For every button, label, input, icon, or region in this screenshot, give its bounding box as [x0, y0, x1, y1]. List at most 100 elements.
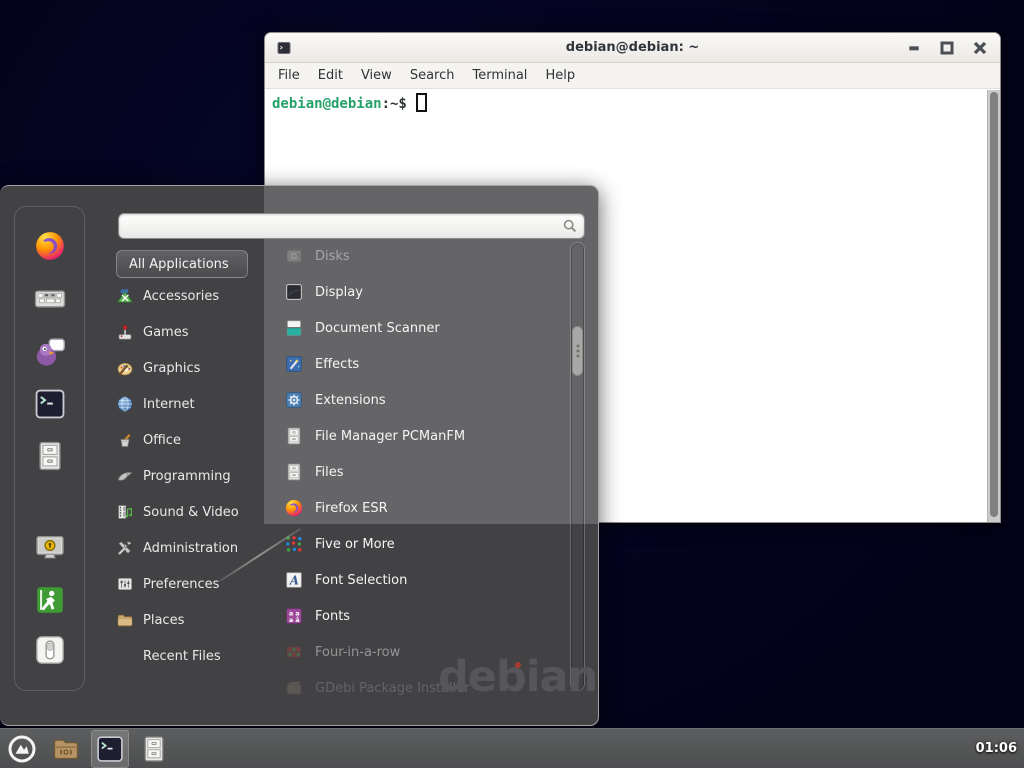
document-scanner-icon	[284, 318, 304, 338]
category-games[interactable]: Games	[116, 314, 266, 350]
programming-icon	[116, 467, 134, 485]
accessories-icon	[116, 287, 134, 305]
extensions-icon	[284, 390, 304, 410]
favorites-panel	[14, 206, 85, 691]
app-effects[interactable]: Effects	[284, 346, 564, 382]
category-sound-video[interactable]: Sound & Video	[116, 494, 266, 530]
menu-search	[118, 213, 585, 239]
graphics-icon	[116, 359, 134, 377]
taskbar-launcher-menu[interactable]	[3, 730, 41, 768]
keyboard-icon	[33, 282, 67, 316]
terminal-titlebar[interactable]: debian@debian: ~	[265, 33, 1000, 63]
firefox-icon	[33, 229, 67, 263]
file-cabinet-icon	[284, 462, 304, 482]
shutdown-icon	[33, 633, 67, 667]
font-selection-icon: A	[284, 570, 304, 590]
category-recent-files[interactable]: Recent Files	[116, 638, 266, 674]
help-menu-item[interactable]: Help	[536, 65, 584, 86]
clock[interactable]: 01:06	[976, 741, 1017, 756]
session-button-shutdown[interactable]	[33, 633, 67, 667]
office-icon	[116, 431, 134, 449]
fonts-icon: a aa å	[284, 606, 304, 626]
minimize-button[interactable]	[904, 38, 924, 58]
favorite-pidgin[interactable]	[33, 335, 67, 369]
places-icon	[116, 611, 134, 629]
preferences-icon	[116, 575, 134, 593]
category-accessories[interactable]: Accessories	[116, 278, 266, 314]
folder-icon	[51, 734, 81, 764]
app-extensions[interactable]: Extensions	[284, 382, 564, 418]
application-menu: All Applications Accessories Games Graph…	[0, 185, 599, 726]
category-internet[interactable]: Internet	[116, 386, 266, 422]
category-graphics[interactable]: Graphics	[116, 350, 266, 386]
edit-menu-item[interactable]: Edit	[309, 65, 352, 86]
taskbar-launcher-file-manager[interactable]	[47, 730, 85, 768]
search-menu-item[interactable]: Search	[401, 65, 464, 86]
system-tray: 01:06	[927, 740, 1024, 758]
svg-text:a å: a å	[289, 615, 300, 624]
app-file-manager-pcmanfm[interactable]: File Manager PCManFM	[284, 418, 564, 454]
display-icon	[284, 282, 304, 302]
terminal-icon	[33, 387, 67, 421]
file-cabinet-icon	[139, 734, 169, 764]
prompt-suffix: :~$	[382, 96, 407, 112]
terminal-icon	[95, 734, 125, 764]
scrollbar-grip-icon	[576, 345, 579, 358]
pidgin-icon	[33, 335, 67, 369]
category-office[interactable]: Office	[116, 422, 266, 458]
favorite-terminal[interactable]	[33, 387, 67, 421]
svg-text:A: A	[289, 574, 299, 588]
favorite-files[interactable]	[33, 439, 67, 473]
app-files[interactable]: Files	[284, 454, 564, 490]
taskbar: 01:06	[0, 728, 1024, 768]
app-five-or-more[interactable]: Five or More	[284, 526, 564, 562]
taskbar-launcher-files[interactable]	[135, 730, 173, 768]
close-button[interactable]	[970, 38, 990, 58]
category-all-applications[interactable]: All Applications	[116, 250, 248, 278]
app-fonts[interactable]: a aa å Fonts	[284, 598, 564, 634]
menu-logo-icon	[7, 734, 37, 764]
terminal-title: debian@debian: ~	[265, 40, 1000, 55]
category-administration[interactable]: Administration	[116, 530, 266, 566]
effects-icon	[284, 354, 304, 374]
maximize-button[interactable]	[937, 38, 957, 58]
category-places[interactable]: Places	[116, 602, 266, 638]
terminal-cursor	[416, 93, 427, 112]
app-disks[interactable]: Disks	[284, 238, 564, 274]
tray-icon-network[interactable]	[927, 740, 945, 758]
debian-watermark: debian	[438, 652, 597, 702]
games-icon	[116, 323, 134, 341]
app-list: Disks Display Document Scanner Effects E…	[284, 238, 564, 706]
gdebi-icon	[284, 678, 304, 698]
favorite-firefox[interactable]	[33, 229, 67, 263]
favorite-keyboard[interactable]	[33, 282, 67, 316]
app-document-scanner[interactable]: Document Scanner	[284, 310, 564, 346]
app-font-selection[interactable]: A Font Selection	[284, 562, 564, 598]
category-preferences[interactable]: Preferences	[116, 566, 266, 602]
administration-icon	[116, 539, 134, 557]
file-cabinet-icon	[33, 439, 67, 473]
session-button-logout[interactable]	[33, 583, 67, 617]
app-display[interactable]: Display	[284, 274, 564, 310]
terminal-menu-item[interactable]: Terminal	[463, 65, 536, 86]
lock-screen-icon	[33, 531, 67, 565]
file-menu-item[interactable]: File	[269, 65, 309, 86]
terminal-menubar: FileEditViewSearchTerminalHelp	[265, 63, 1000, 89]
tray-icon-volume[interactable]	[952, 740, 970, 758]
category-list: All Applications Accessories Games Graph…	[116, 250, 266, 674]
search-input[interactable]	[118, 213, 585, 239]
session-button-lock-screen[interactable]	[33, 531, 67, 565]
internet-icon	[116, 395, 134, 413]
app-list-scrollbar-thumb[interactable]	[572, 326, 583, 376]
prompt-user: debian@debian	[272, 96, 382, 112]
file-cabinet-icon	[284, 426, 304, 446]
terminal-scrollbar-thumb[interactable]	[990, 92, 998, 517]
app-list-scrollbar[interactable]	[570, 242, 585, 691]
taskbar-launcher-terminal[interactable]	[91, 730, 129, 768]
category-programming[interactable]: Programming	[116, 458, 266, 494]
logout-icon	[33, 583, 67, 617]
search-icon	[562, 218, 578, 234]
view-menu-item[interactable]: View	[352, 65, 401, 86]
terminal-scrollbar[interactable]	[987, 90, 1000, 522]
app-firefox-esr[interactable]: Firefox ESR	[284, 490, 564, 526]
